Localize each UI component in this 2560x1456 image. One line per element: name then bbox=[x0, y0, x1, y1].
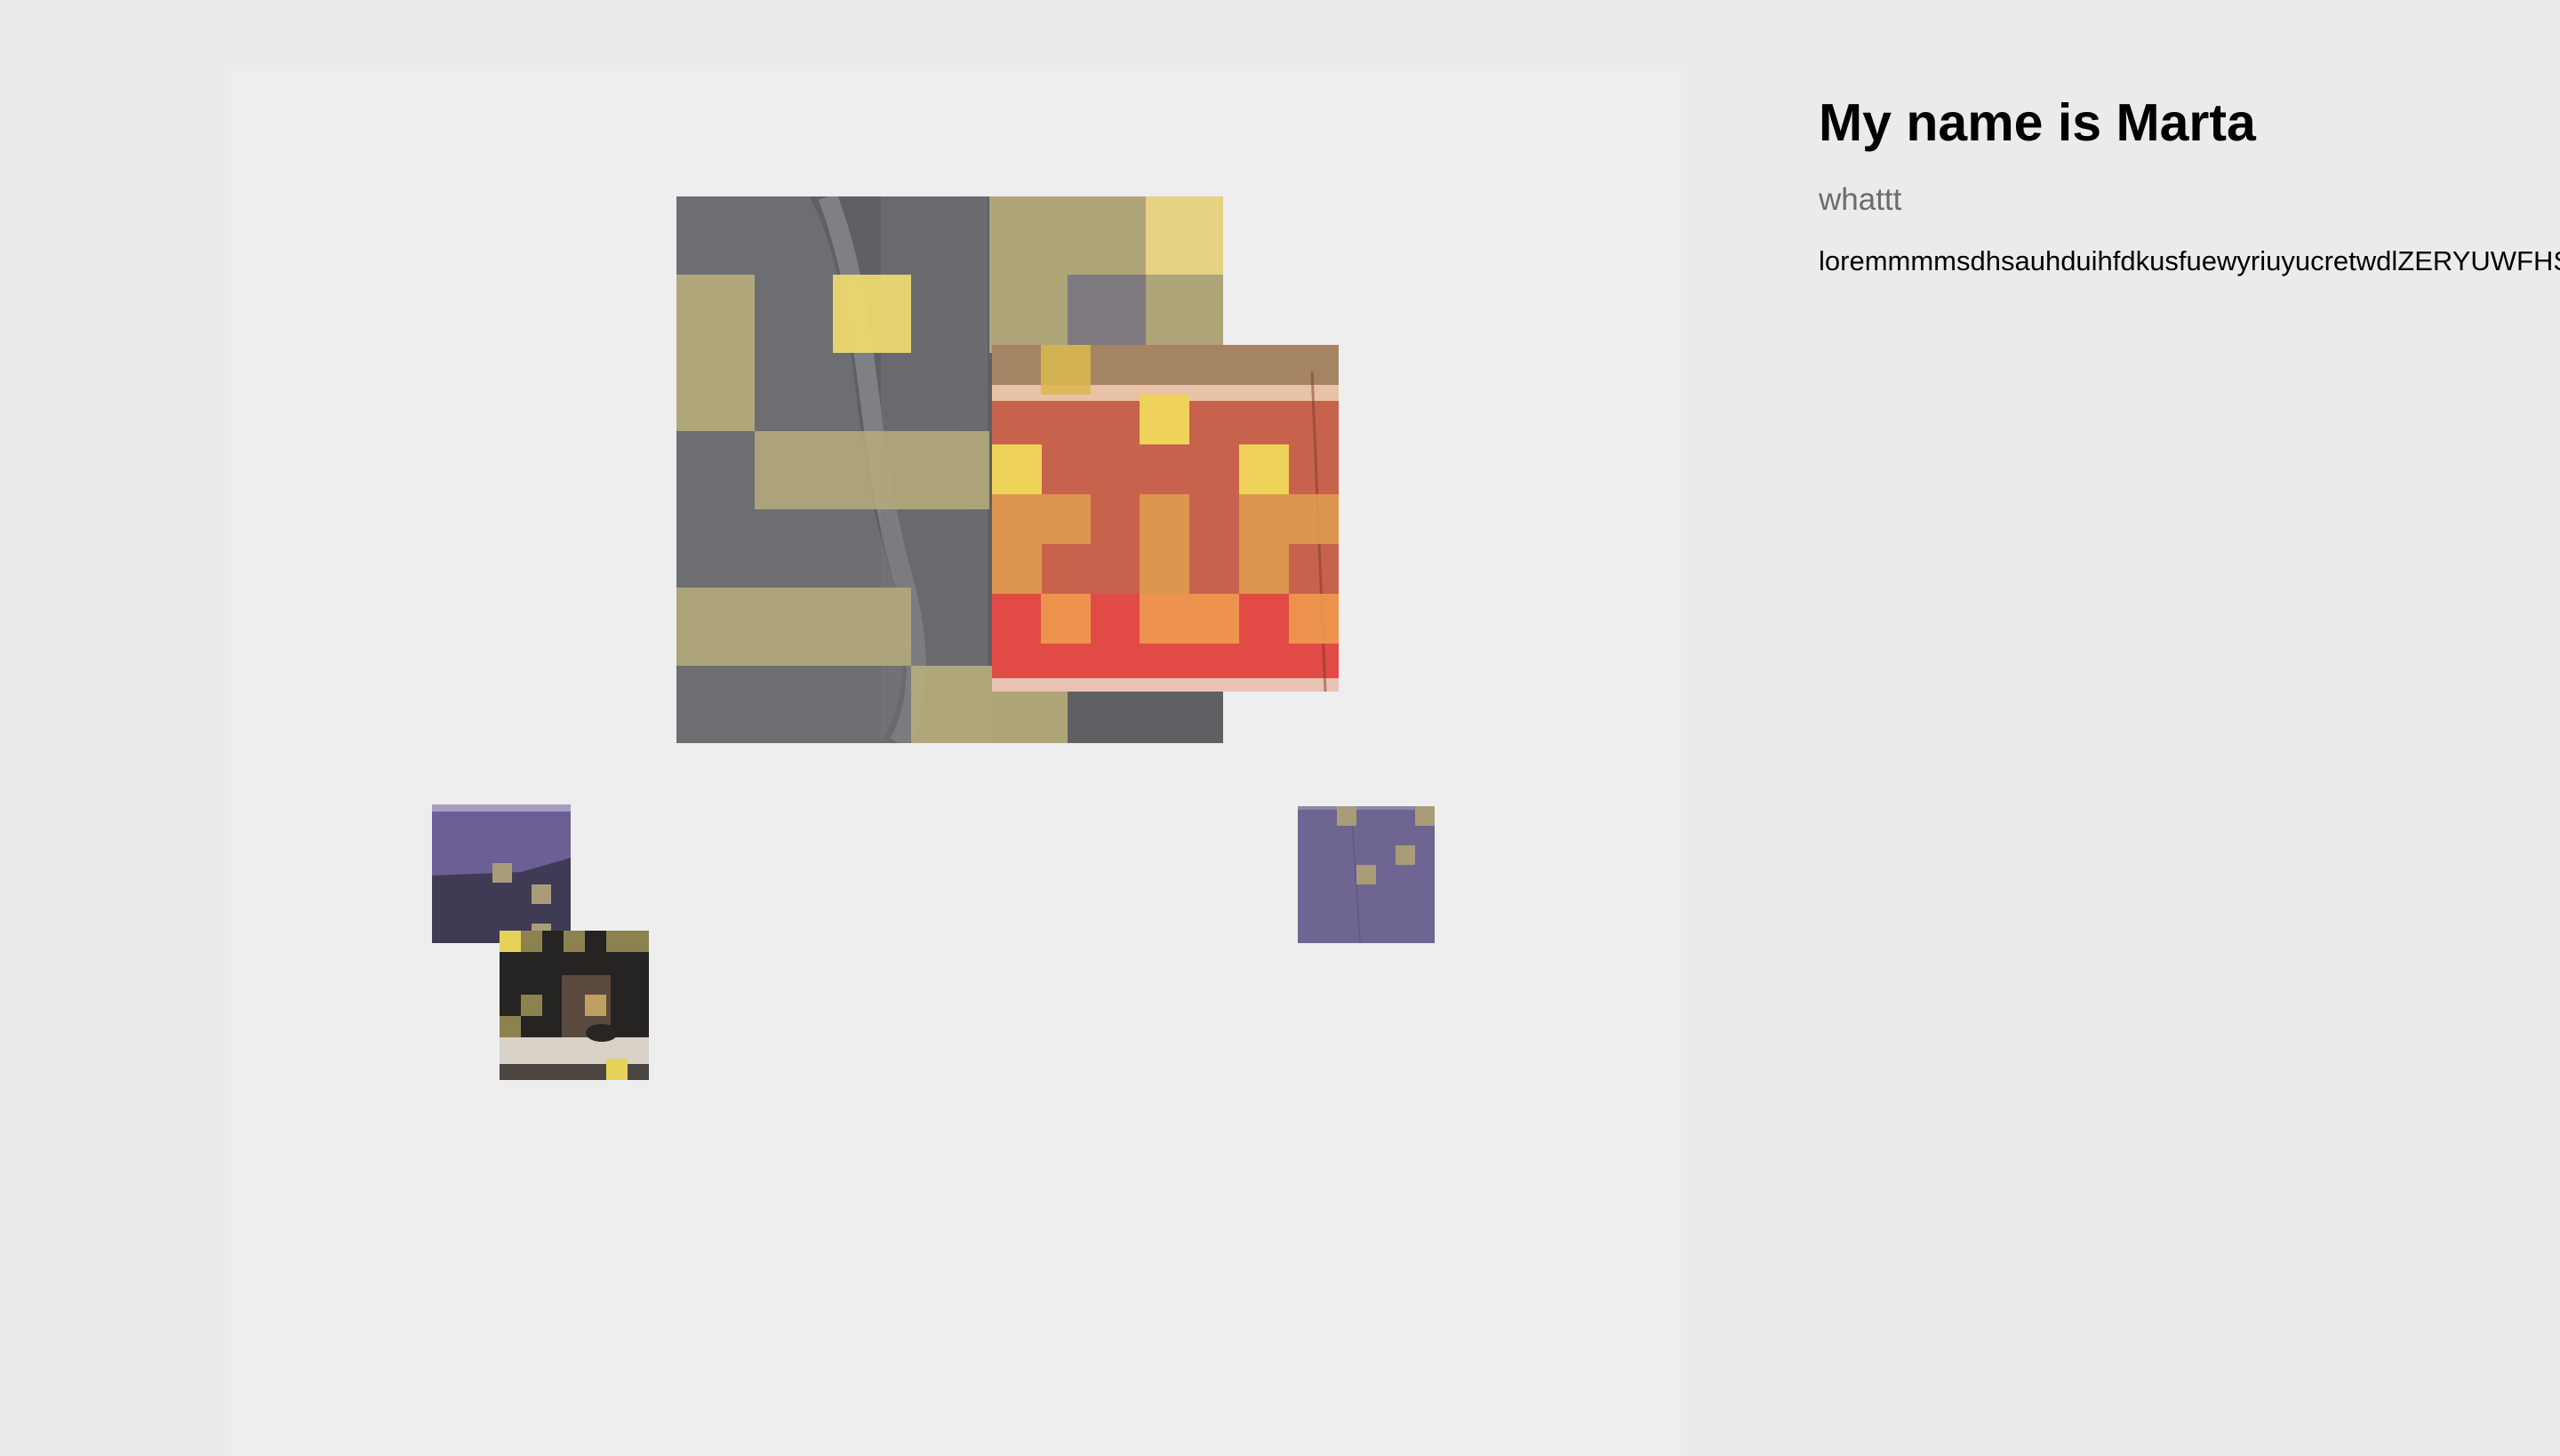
dark-room-image bbox=[500, 931, 649, 1080]
red-curb-image bbox=[992, 345, 1339, 692]
purple-left-tile[interactable] bbox=[432, 804, 571, 943]
image-canvas bbox=[225, 65, 1687, 1456]
purple-right-tile[interactable] bbox=[1298, 806, 1435, 943]
subtitle: whattt bbox=[1819, 182, 1902, 217]
purple-right-image bbox=[1298, 806, 1435, 943]
page-title: My name is Marta bbox=[1819, 93, 2256, 152]
red-curb-tile[interactable] bbox=[992, 345, 1339, 692]
dark-room-tile[interactable] bbox=[500, 931, 649, 1080]
profile-panel: My name is Marta whattt loremmmmsdhsauhd… bbox=[1819, 85, 2560, 279]
body-text: loremmmmsdhsauhduihfdkusfuewyriuyucretwd… bbox=[1819, 245, 2560, 276]
purple-left-image bbox=[432, 804, 571, 943]
